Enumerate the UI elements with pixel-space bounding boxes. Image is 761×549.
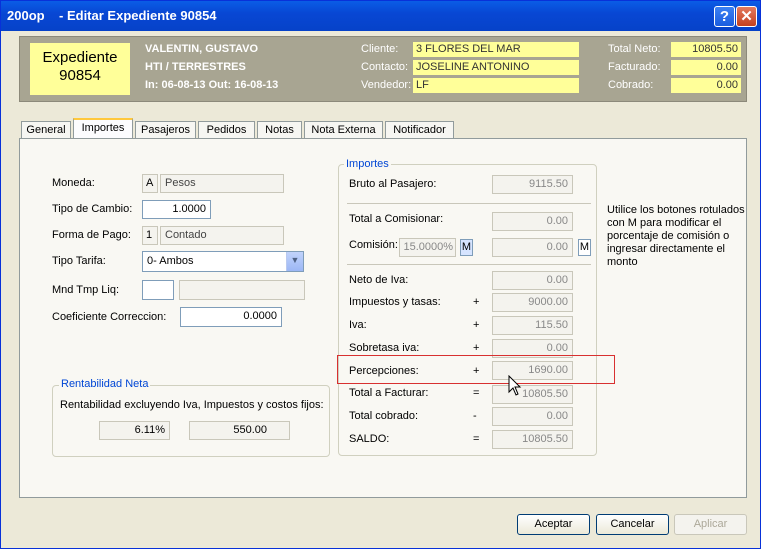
bruto-label: Bruto al Pasajero: xyxy=(349,178,437,190)
rentabilidad-text: Rentabilidad excluyendo Iva, Impuestos y… xyxy=(60,399,324,411)
mnd-tmp-liq-field[interactable] xyxy=(142,280,174,300)
comision-percent-m-button[interactable]: M xyxy=(460,239,473,256)
accept-button[interactable]: Aceptar xyxy=(517,514,590,535)
mnd-tmp-liq-name-field xyxy=(179,280,305,300)
dialog-window: 200op - Editar Expediente 90854 ? ✕ Expe… xyxy=(0,0,761,549)
help-text: Utilice los botones rotulados con M para… xyxy=(607,204,745,268)
cliente-label: Cliente: xyxy=(361,43,399,55)
title-bar[interactable]: 200op - Editar Expediente 90854 ? ✕ xyxy=(1,1,760,31)
forma-pago-code-field[interactable]: 1 xyxy=(142,226,158,245)
tipo-tarifa-label: Tipo Tarifa: xyxy=(52,255,106,267)
facturado-value: 0.00 xyxy=(671,60,741,75)
total-comisionar-value: 0.00 xyxy=(492,212,573,231)
total-neto-label: Total Neto: xyxy=(608,43,661,55)
contacto-value: JOSELINE ANTONINO xyxy=(413,60,579,75)
rentabilidad-percent: 6.11% xyxy=(99,421,170,440)
vendedor-value: LF xyxy=(413,78,579,93)
tipo-cambio-label: Tipo de Cambio: xyxy=(52,203,133,215)
divider xyxy=(347,203,591,204)
comision-percent-field[interactable]: 15.0000% xyxy=(399,238,456,257)
divider xyxy=(347,264,591,265)
expediente-number: 90854 xyxy=(59,67,101,84)
comision-label: Comisión: xyxy=(349,239,398,251)
rentabilidad-title: Rentabilidad Neta xyxy=(59,378,151,390)
close-button[interactable]: ✕ xyxy=(736,6,757,27)
forma-pago-name-field: Contado xyxy=(160,226,284,245)
iva-sign: + xyxy=(473,319,480,331)
moneda-name-field: Pesos xyxy=(160,174,284,193)
tab-pasajeros[interactable]: Pasajeros xyxy=(135,121,196,139)
mnd-tmp-liq-label: Mnd Tmp Liq: xyxy=(52,284,120,296)
total-facturar-sign: = xyxy=(473,387,480,399)
vendedor-label: Vendedor: xyxy=(361,79,412,91)
comision-amount-field[interactable]: 0.00 xyxy=(492,238,573,257)
cobrado-value: 0.00 xyxy=(671,78,741,93)
tipo-tarifa-value: 0- Ambos xyxy=(147,255,194,267)
cobrado-label: Cobrado: xyxy=(608,79,654,91)
cancel-button[interactable]: Cancelar xyxy=(596,514,669,535)
saldo-sign: = xyxy=(473,433,480,445)
forma-pago-label: Forma de Pago: xyxy=(52,229,131,241)
total-cobrado-sign: - xyxy=(473,410,477,422)
expediente-box: Expediente 90854 xyxy=(30,43,130,95)
moneda-code-field[interactable]: A xyxy=(142,174,158,193)
bruto-value: 9115.50 xyxy=(492,175,573,194)
tab-notas[interactable]: Notas xyxy=(257,121,302,139)
tipo-tarifa-select[interactable]: 0- Ambos ▼ xyxy=(142,251,304,272)
neto-iva-value: 0.00 xyxy=(492,271,573,290)
neto-iva-label: Neto de Iva: xyxy=(349,274,409,286)
tab-general[interactable]: General xyxy=(21,121,71,139)
tab-notificador[interactable]: Notificador xyxy=(385,121,454,139)
tab-nota-externa[interactable]: Nota Externa xyxy=(304,121,383,139)
tab-pedidos[interactable]: Pedidos xyxy=(198,121,255,139)
chevron-down-icon[interactable]: ▼ xyxy=(286,252,303,271)
rentabilidad-amount: 550.00 xyxy=(189,421,290,440)
total-cobrado-label: Total cobrado: xyxy=(349,410,419,422)
tab-importes[interactable]: Importes xyxy=(73,118,133,139)
contacto-label: Contacto: xyxy=(361,61,409,73)
moneda-label: Moneda: xyxy=(52,177,95,189)
mouse-cursor-icon xyxy=(508,375,522,396)
total-comisionar-label: Total a Comisionar: xyxy=(349,213,444,225)
expediente-header: Expediente 90854 VALENTIN, GUSTAVO HTI /… xyxy=(19,36,747,102)
impuestos-sign: + xyxy=(473,296,480,308)
impuestos-value: 9000.00 xyxy=(492,293,573,312)
total-facturar-label: Total a Facturar: xyxy=(349,387,429,399)
expediente-label: Expediente xyxy=(42,49,118,66)
coeficiente-field[interactable]: 0.0000 xyxy=(180,307,282,327)
iva-value: 115.50 xyxy=(492,316,573,335)
travel-dates: In: 06-08-13 Out: 16-08-13 xyxy=(145,79,279,91)
importes-title: Importes xyxy=(344,158,391,170)
facturado-label: Facturado: xyxy=(608,61,661,73)
total-neto-value: 10805.50 xyxy=(671,42,741,57)
coeficiente-label: Coeficiente Correccion: xyxy=(52,311,167,323)
sobretasa-label: Sobretasa iva: xyxy=(349,342,420,354)
comision-amount-m-button[interactable]: M xyxy=(578,239,591,256)
cliente-value: 3 FLORES DEL MAR xyxy=(413,42,579,57)
client-name: VALENTIN, GUSTAVO xyxy=(145,43,259,55)
apply-button[interactable]: Aplicar xyxy=(674,514,747,535)
highlight-box xyxy=(337,355,615,384)
service-type: HTI / TERRESTRES xyxy=(145,61,246,73)
saldo-label: SALDO: xyxy=(349,433,390,445)
help-button[interactable]: ? xyxy=(714,6,735,27)
total-facturar-value: 10805.50 xyxy=(492,385,573,404)
sobretasa-sign: + xyxy=(473,342,480,354)
total-cobrado-value: 0.00 xyxy=(492,407,573,426)
impuestos-label: Impuestos y tasas: xyxy=(349,296,441,308)
iva-label: Iva: xyxy=(349,319,367,331)
saldo-value: 10805.50 xyxy=(492,430,573,449)
tipo-cambio-field[interactable]: 1.0000 xyxy=(142,200,211,219)
window-title: 200op - Editar Expediente 90854 xyxy=(7,8,217,23)
